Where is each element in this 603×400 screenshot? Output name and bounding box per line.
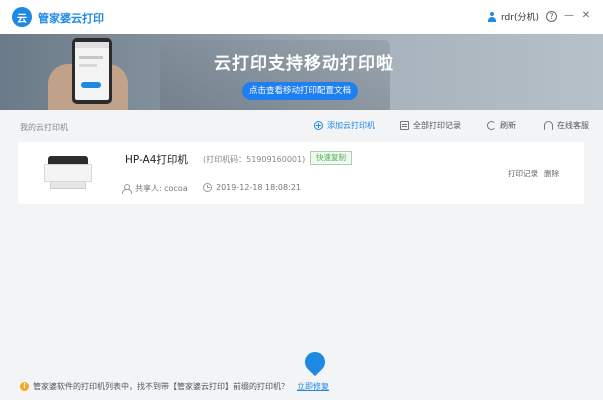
app-title: 管家婆云打印 xyxy=(38,12,104,25)
printer-icon xyxy=(44,156,92,190)
online-support-button[interactable]: 在线客服 xyxy=(544,120,589,131)
footer-notice: ! 管家婆软件的打印机列表中，找不到带【管家婆云打印】前缀的打印机？ 立即修复 xyxy=(20,381,329,392)
title-bar: 云 管家婆云打印 rdr(分机) ? — ✕ xyxy=(0,0,603,34)
document-icon xyxy=(400,121,409,130)
sharer-text: 共享人: cocoa xyxy=(135,184,188,193)
add-printer-button[interactable]: 添加云打印机 xyxy=(314,120,375,131)
refresh-label: 刷新 xyxy=(500,121,516,130)
add-printer-label: 添加云打印机 xyxy=(327,121,375,130)
close-button[interactable]: ✕ xyxy=(580,10,592,22)
promo-banner: 云打印支持移动打印啦 点击查看移动打印配置文档 xyxy=(0,34,603,110)
section-title: 我的云打印机 xyxy=(20,123,68,132)
printer-code: (打印机码：51909160001) xyxy=(203,155,306,164)
footer-message: 管家婆软件的打印机列表中，找不到带【管家婆云打印】前缀的打印机？ xyxy=(33,382,289,391)
print-records-link[interactable]: 打印记录 xyxy=(508,168,538,179)
user-name: rdr(分机) xyxy=(501,13,539,23)
minimize-button[interactable]: — xyxy=(563,10,575,22)
fast-copy-badge: 快速复制 xyxy=(310,151,352,165)
warning-icon: ! xyxy=(20,382,29,391)
person-icon xyxy=(122,184,132,194)
online-support-label: 在线客服 xyxy=(557,121,589,130)
user-icon xyxy=(487,11,497,22)
all-print-records-button[interactable]: 全部打印记录 xyxy=(400,120,461,131)
sharer-info: 共享人: cocoa xyxy=(122,183,188,194)
delete-link[interactable]: 删除 xyxy=(544,168,559,179)
printer-name: HP-A4打印机 xyxy=(125,154,188,166)
refresh-icon xyxy=(487,121,496,130)
all-print-records-label: 全部打印记录 xyxy=(413,121,461,130)
refresh-button[interactable]: 刷新 xyxy=(487,120,516,131)
phone-illustration xyxy=(72,38,112,104)
help-icon[interactable]: ? xyxy=(546,11,557,22)
location-pin-icon xyxy=(300,347,330,377)
banner-heading: 云打印支持移动打印啦 xyxy=(214,54,394,74)
clock-icon xyxy=(203,183,212,192)
mobile-print-docs-button[interactable]: 点击查看移动打印配置文档 xyxy=(242,82,358,100)
time-info: 2019-12-18 18:08:21 xyxy=(203,183,301,192)
app-logo: 云 xyxy=(12,7,32,27)
user-menu[interactable]: rdr(分机) xyxy=(487,10,539,23)
fix-now-link[interactable]: 立即修复 xyxy=(297,381,329,392)
time-text: 2019-12-18 18:08:21 xyxy=(216,183,301,192)
headset-icon xyxy=(544,121,553,130)
plus-circle-icon xyxy=(314,121,323,130)
printer-card[interactable]: HP-A4打印机 (打印机码：51909160001) 快速复制 共享人: co… xyxy=(18,142,584,204)
